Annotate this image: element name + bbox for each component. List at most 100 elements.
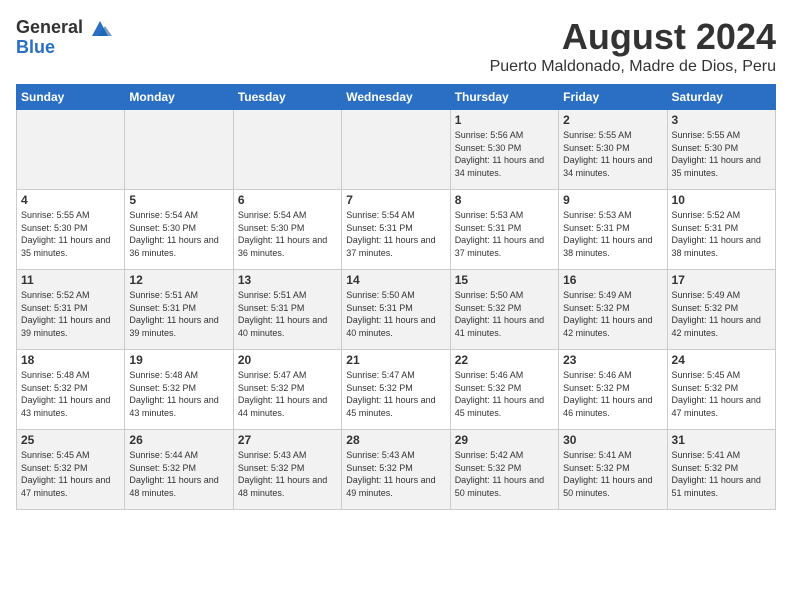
- day-number: 14: [346, 273, 445, 287]
- calendar-subtitle: Puerto Maldonado, Madre de Dios, Peru: [490, 58, 776, 76]
- day-number: 24: [672, 353, 771, 367]
- day-info: Sunrise: 5:50 AMSunset: 5:31 PMDaylight:…: [346, 289, 445, 339]
- calendar-cell: 29 Sunrise: 5:42 AMSunset: 5:32 PMDayligh…: [450, 430, 558, 510]
- day-info: Sunrise: 5:41 AMSunset: 5:32 PMDaylight:…: [563, 449, 662, 499]
- day-number: 13: [238, 273, 337, 287]
- day-number: 25: [21, 433, 120, 447]
- day-info: Sunrise: 5:42 AMSunset: 5:32 PMDaylight:…: [455, 449, 554, 499]
- calendar-title: August 2024: [490, 16, 776, 58]
- calendar-cell: 21Sunrise: 5:47 AMSunset: 5:32 PMDayligh…: [342, 350, 450, 430]
- header-thursday: Thursday: [450, 85, 558, 110]
- day-number: 18: [21, 353, 120, 367]
- calendar-cell: 15Sunrise: 5:50 AMSunset: 5:32 PMDayligh…: [450, 270, 558, 350]
- calendar-cell: 31 Sunrise: 5:41 AMSunset: 5:32 PMDayligh…: [667, 430, 775, 510]
- day-info: Sunrise: 5:50 AMSunset: 5:32 PMDaylight:…: [455, 289, 554, 339]
- day-number: 7: [346, 193, 445, 207]
- calendar-week-4: 18 Sunrise: 5:48 AMSunset: 5:32 PMDayligh…: [17, 350, 776, 430]
- day-number: 23: [563, 353, 662, 367]
- day-info: Sunrise: 5:47 AMSunset: 5:32 PMDaylight:…: [346, 369, 445, 419]
- day-number: 10: [672, 193, 771, 207]
- calendar-cell: 13 Sunrise: 5:51 AMSunset: 5:31 PMDayligh…: [233, 270, 341, 350]
- calendar-cell: 27 Sunrise: 5:43 AMSunset: 5:32 PMDayligh…: [233, 430, 341, 510]
- calendar-cell: 14 Sunrise: 5:50 AMSunset: 5:31 PMDayligh…: [342, 270, 450, 350]
- day-info: Sunrise: 5:48 AMSunset: 5:32 PMDaylight:…: [129, 369, 228, 419]
- calendar-cell: [125, 110, 233, 190]
- calendar-cell: 1 Sunrise: 5:56 AMSunset: 5:30 PMDaylight…: [450, 110, 558, 190]
- day-info: Sunrise: 5:53 AMSunset: 5:31 PMDaylight:…: [455, 209, 554, 259]
- day-number: 28: [346, 433, 445, 447]
- calendar-week-3: 11 Sunrise: 5:52 AMSunset: 5:31 PMDayligh…: [17, 270, 776, 350]
- day-number: 5: [129, 193, 228, 207]
- day-info: Sunrise: 5:49 AMSunset: 5:32 PMDaylight:…: [563, 289, 662, 339]
- day-number: 31: [672, 433, 771, 447]
- calendar-cell: 8 Sunrise: 5:53 AMSunset: 5:31 PMDaylight…: [450, 190, 558, 270]
- day-info: Sunrise: 5:48 AMSunset: 5:32 PMDaylight:…: [21, 369, 120, 419]
- calendar-cell: 2 Sunrise: 5:55 AMSunset: 5:30 PMDaylight…: [559, 110, 667, 190]
- header-monday: Monday: [125, 85, 233, 110]
- calendar-cell: 10 Sunrise: 5:52 AMSunset: 5:31 PMDayligh…: [667, 190, 775, 270]
- header-wednesday: Wednesday: [342, 85, 450, 110]
- day-number: 12: [129, 273, 228, 287]
- calendar-cell: 19 Sunrise: 5:48 AMSunset: 5:32 PMDayligh…: [125, 350, 233, 430]
- calendar-week-1: 1 Sunrise: 5:56 AMSunset: 5:30 PMDaylight…: [17, 110, 776, 190]
- calendar-cell: 26Sunrise: 5:44 AMSunset: 5:32 PMDayligh…: [125, 430, 233, 510]
- calendar-cell: 5 Sunrise: 5:54 AMSunset: 5:30 PMDaylight…: [125, 190, 233, 270]
- day-info: Sunrise: 5:53 AMSunset: 5:31 PMDaylight:…: [563, 209, 662, 259]
- calendar-cell: [233, 110, 341, 190]
- day-info: Sunrise: 5:45 AMSunset: 5:32 PMDaylight:…: [21, 449, 120, 499]
- calendar-cell: 6 Sunrise: 5:54 AMSunset: 5:30 PMDaylight…: [233, 190, 341, 270]
- day-number: 20: [238, 353, 337, 367]
- day-info: Sunrise: 5:46 AMSunset: 5:32 PMDaylight:…: [563, 369, 662, 419]
- day-number: 16: [563, 273, 662, 287]
- day-info: Sunrise: 5:56 AMSunset: 5:30 PMDaylight:…: [455, 129, 554, 179]
- day-info: Sunrise: 5:52 AMSunset: 5:31 PMDaylight:…: [21, 289, 120, 339]
- calendar-cell: 4Sunrise: 5:55 AMSunset: 5:30 PMDaylight…: [17, 190, 125, 270]
- calendar-cell: 28Sunrise: 5:43 AMSunset: 5:32 PMDayligh…: [342, 430, 450, 510]
- header-row: SundayMondayTuesdayWednesdayThursdayFrid…: [17, 85, 776, 110]
- day-info: Sunrise: 5:45 AMSunset: 5:32 PMDaylight:…: [672, 369, 771, 419]
- day-info: Sunrise: 5:52 AMSunset: 5:31 PMDaylight:…: [672, 209, 771, 259]
- day-number: 11: [21, 273, 120, 287]
- logo: General Blue: [16, 16, 114, 56]
- day-info: Sunrise: 5:55 AMSunset: 5:30 PMDaylight:…: [672, 129, 771, 179]
- calendar-cell: 3Sunrise: 5:55 AMSunset: 5:30 PMDaylight…: [667, 110, 775, 190]
- day-info: Sunrise: 5:43 AMSunset: 5:32 PMDaylight:…: [238, 449, 337, 499]
- calendar-week-2: 4Sunrise: 5:55 AMSunset: 5:30 PMDaylight…: [17, 190, 776, 270]
- day-number: 1: [455, 113, 554, 127]
- calendar-cell: [342, 110, 450, 190]
- day-number: 8: [455, 193, 554, 207]
- calendar-week-5: 25 Sunrise: 5:45 AMSunset: 5:32 PMDayligh…: [17, 430, 776, 510]
- calendar-cell: 20 Sunrise: 5:47 AMSunset: 5:32 PMDayligh…: [233, 350, 341, 430]
- day-number: 19: [129, 353, 228, 367]
- day-number: 6: [238, 193, 337, 207]
- day-info: Sunrise: 5:46 AMSunset: 5:32 PMDaylight:…: [455, 369, 554, 419]
- day-number: 30: [563, 433, 662, 447]
- calendar-cell: 18 Sunrise: 5:48 AMSunset: 5:32 PMDayligh…: [17, 350, 125, 430]
- calendar-cell: 16 Sunrise: 5:49 AMSunset: 5:32 PMDayligh…: [559, 270, 667, 350]
- day-number: 22: [455, 353, 554, 367]
- day-number: 9: [563, 193, 662, 207]
- header-tuesday: Tuesday: [233, 85, 341, 110]
- calendar-cell: 25 Sunrise: 5:45 AMSunset: 5:32 PMDayligh…: [17, 430, 125, 510]
- page-header: General Blue August 2024 Puerto Maldonad…: [16, 16, 776, 76]
- header-saturday: Saturday: [667, 85, 775, 110]
- logo-general: General: [16, 18, 83, 36]
- calendar-cell: [17, 110, 125, 190]
- day-number: 26: [129, 433, 228, 447]
- day-number: 27: [238, 433, 337, 447]
- day-info: Sunrise: 5:54 AMSunset: 5:30 PMDaylight:…: [238, 209, 337, 259]
- day-info: Sunrise: 5:41 AMSunset: 5:32 PMDaylight:…: [672, 449, 771, 499]
- calendar-cell: 24 Sunrise: 5:45 AMSunset: 5:32 PMDayligh…: [667, 350, 775, 430]
- logo-icon: [86, 16, 114, 38]
- day-info: Sunrise: 5:55 AMSunset: 5:30 PMDaylight:…: [563, 129, 662, 179]
- calendar-cell: 11 Sunrise: 5:52 AMSunset: 5:31 PMDayligh…: [17, 270, 125, 350]
- logo-blue: Blue: [16, 38, 55, 56]
- header-friday: Friday: [559, 85, 667, 110]
- title-section: August 2024 Puerto Maldonado, Madre de D…: [490, 16, 776, 76]
- day-number: 2: [563, 113, 662, 127]
- day-info: Sunrise: 5:51 AMSunset: 5:31 PMDaylight:…: [129, 289, 228, 339]
- day-number: 29: [455, 433, 554, 447]
- day-info: Sunrise: 5:51 AMSunset: 5:31 PMDaylight:…: [238, 289, 337, 339]
- day-info: Sunrise: 5:47 AMSunset: 5:32 PMDaylight:…: [238, 369, 337, 419]
- day-info: Sunrise: 5:54 AMSunset: 5:30 PMDaylight:…: [129, 209, 228, 259]
